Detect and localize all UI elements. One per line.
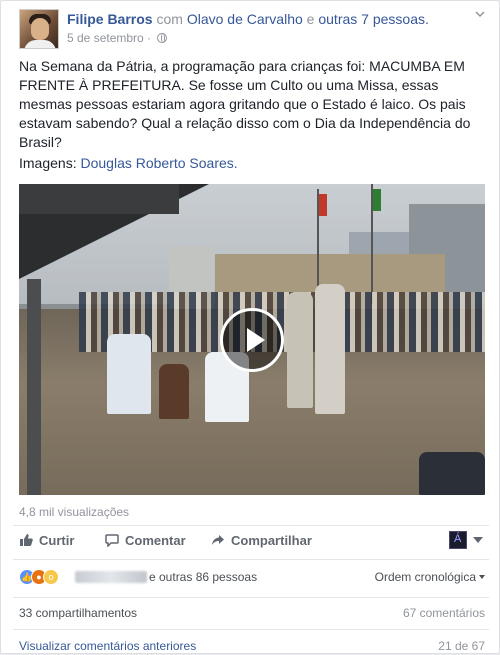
divider <box>13 597 489 598</box>
shares-count[interactable]: 33 compartilhamentos <box>19 606 137 620</box>
flag <box>319 194 327 216</box>
divider <box>13 559 489 560</box>
comments-count[interactable]: 67 comentários <box>403 606 485 620</box>
globe-icon <box>157 33 168 43</box>
video-person <box>315 284 345 414</box>
video-roof <box>19 184 179 214</box>
comment-icon <box>105 534 119 547</box>
post-stats: 33 compartilhamentos 67 comentários <box>19 606 485 622</box>
view-previous-comments[interactable]: Visualizar comentários anteriores <box>19 639 196 653</box>
author-line: Filipe Barros com Olavo de Carvalho e ou… <box>67 11 429 27</box>
comment-button[interactable]: Comentar <box>105 533 186 548</box>
chevron-down-icon[interactable] <box>475 9 485 19</box>
video-player[interactable] <box>19 184 485 495</box>
order-label: Ordem cronológica <box>374 570 476 584</box>
play-button[interactable] <box>220 308 284 372</box>
play-icon <box>247 328 265 352</box>
reactions-summary[interactable]: 👍 ● o e outras 86 pessoas Ordem cronológ… <box>19 569 485 587</box>
share-icon <box>212 535 224 545</box>
tagged-person[interactable]: Olavo de Carvalho <box>187 11 303 27</box>
comments-page-count: 21 de 67 <box>438 639 485 653</box>
like-button[interactable]: Curtir <box>19 533 74 548</box>
caret-down-icon <box>479 575 485 579</box>
video-person <box>107 334 151 414</box>
post-date[interactable]: 5 de setembro <box>67 31 144 45</box>
divider <box>13 525 489 526</box>
post-header: Filipe Barros com Olavo de Carvalho e ou… <box>19 9 489 49</box>
author-name[interactable]: Filipe Barros <box>67 11 153 27</box>
avatar-face <box>31 18 49 40</box>
video-drum <box>159 364 189 419</box>
video-person <box>287 292 313 408</box>
flag <box>373 189 381 211</box>
video-pillar <box>27 279 41 495</box>
blurred-name <box>75 571 147 583</box>
comment-order-select[interactable]: Ordem cronológica <box>375 570 485 584</box>
share-button[interactable]: Compartilhar <box>211 533 312 548</box>
page-avatar-icon <box>449 531 467 549</box>
avatar-shirt <box>24 40 56 48</box>
with-prefix: com <box>156 11 183 27</box>
video-person <box>419 452 485 495</box>
wow-icon: o <box>43 569 59 585</box>
and-word: e <box>306 11 315 27</box>
comment-label: Comentar <box>125 533 186 548</box>
share-label: Compartilhar <box>231 533 312 548</box>
credits-name[interactable]: Douglas Roberto Soares. <box>80 155 237 171</box>
reactions-others[interactable]: e outras 86 pessoas <box>149 570 257 584</box>
credits-label: Imagens: <box>19 155 77 171</box>
post-credits: Imagens: Douglas Roberto Soares. <box>19 155 238 171</box>
author-avatar[interactable] <box>19 9 59 49</box>
post-text: Na Semana da Pátria, a programação para … <box>19 58 471 150</box>
view-count: 4,8 mil visualizações <box>19 505 130 519</box>
divider <box>13 629 489 630</box>
like-label: Curtir <box>39 533 75 548</box>
post-meta: 5 de setembro · <box>67 31 168 45</box>
caret-down-icon <box>473 537 483 543</box>
action-bar: Curtir Comentar Compartilhar <box>19 531 485 553</box>
post-card: Filipe Barros com Olavo de Carvalho e ou… <box>0 0 500 654</box>
tagged-others[interactable]: outras 7 pessoas. <box>318 11 429 27</box>
thumbs-up-icon <box>20 534 33 546</box>
meta-separator: · <box>147 31 152 45</box>
comments-footer: Visualizar comentários anteriores 21 de … <box>19 639 485 655</box>
viewer-switcher[interactable] <box>449 531 485 551</box>
